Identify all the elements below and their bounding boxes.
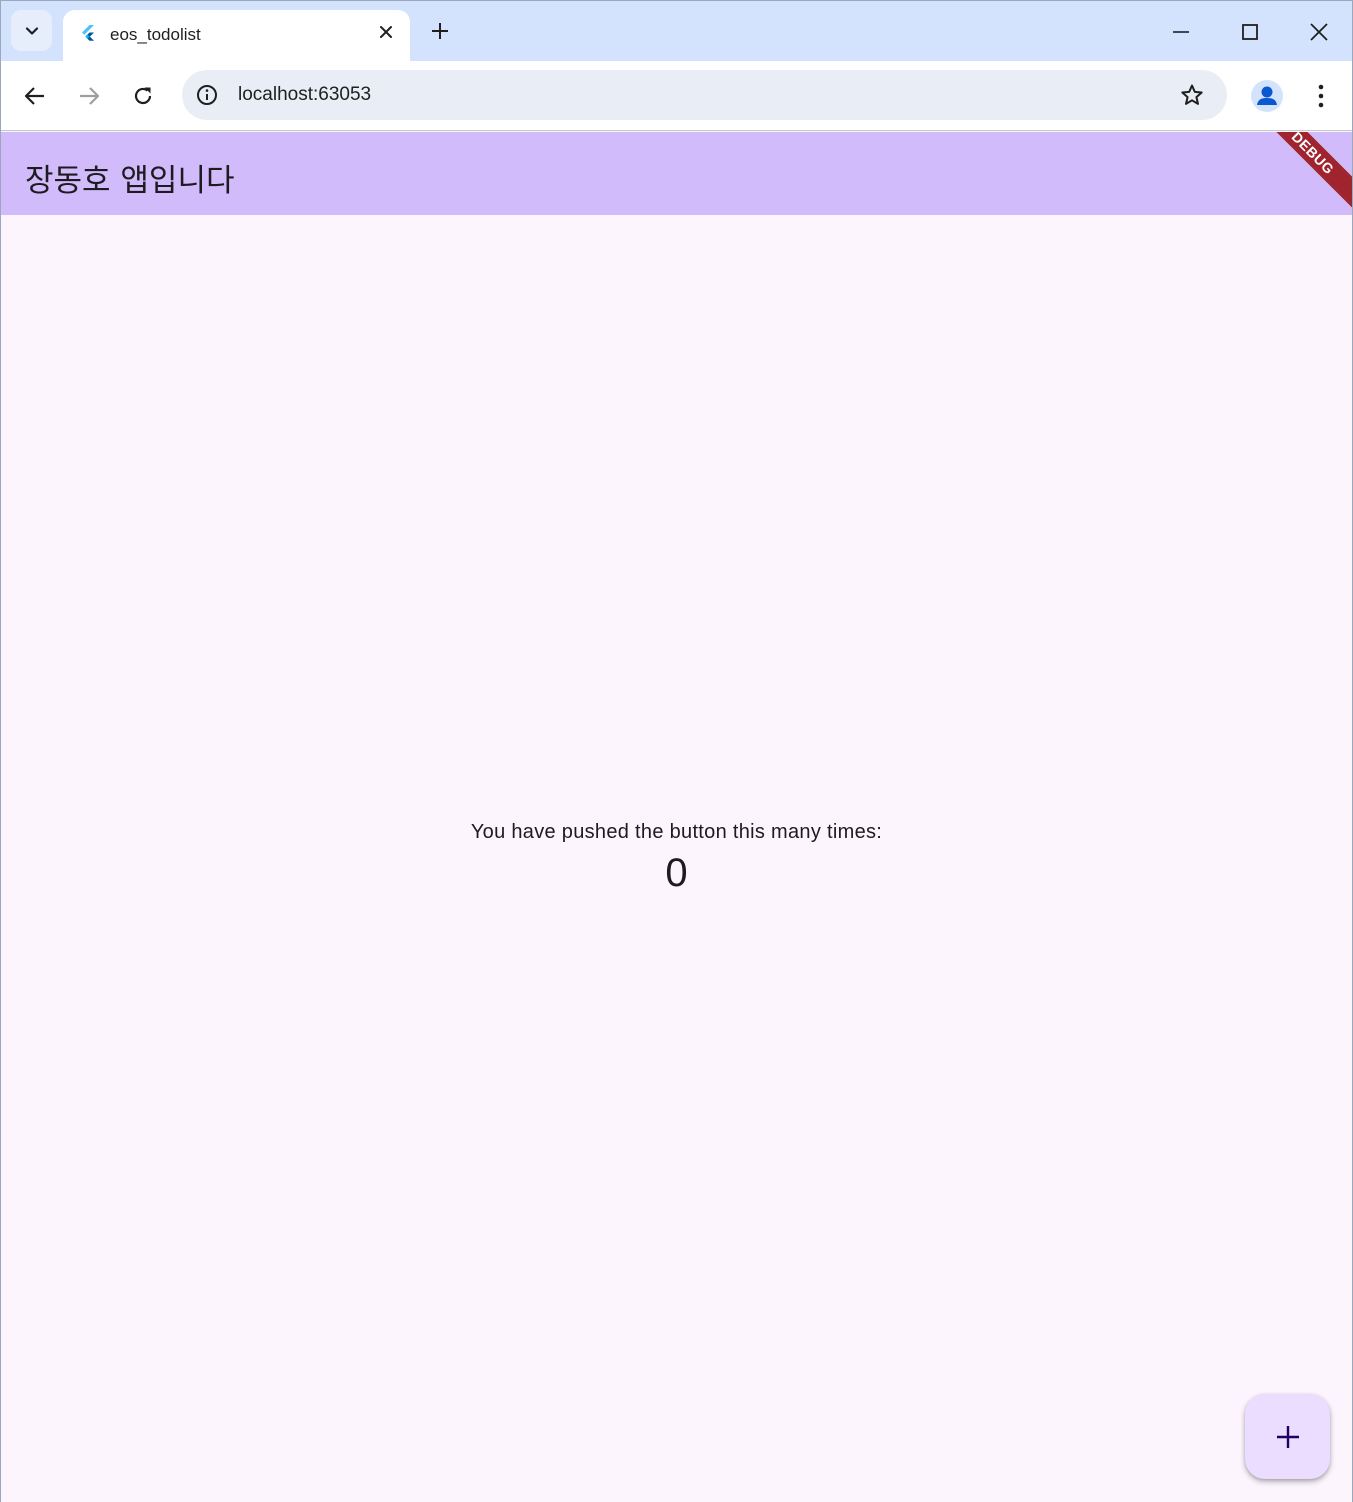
url-text[interactable]: localhost:63053 <box>238 84 371 106</box>
browser-window: eos_todolist localhost:63053 장동호 앱입니다 DE… <box>0 0 1353 1502</box>
counter-value: 0 <box>665 851 688 895</box>
app-bar-title: 장동호 앱입니다 <box>25 163 235 199</box>
counter-label: You have pushed the button this many tim… <box>470 821 883 843</box>
site-info-button[interactable] <box>195 83 219 107</box>
tab-active[interactable]: eos_todolist <box>63 10 410 61</box>
minimize-button[interactable] <box>1163 15 1199 49</box>
debug-banner: DEBUG <box>1252 132 1352 214</box>
new-tab-button[interactable] <box>427 18 453 44</box>
reload-icon <box>134 87 152 105</box>
maximize-icon <box>1242 24 1258 40</box>
person-icon <box>1257 86 1277 105</box>
browser-toolbar: localhost:63053 <box>1 61 1352 131</box>
maximize-button[interactable] <box>1232 15 1268 49</box>
bookmark-button[interactable] <box>1179 82 1205 108</box>
arrow-left-icon <box>24 87 44 105</box>
app-bar: 장동호 앱입니다 DEBUG <box>1 132 1352 215</box>
tab-search-button[interactable] <box>11 10 52 51</box>
more-vert-icon <box>1318 84 1324 108</box>
increment-button[interactable] <box>1245 1394 1330 1479</box>
forward-button[interactable] <box>75 82 103 110</box>
back-button[interactable] <box>21 82 49 110</box>
tab-strip: eos_todolist <box>1 1 1352 61</box>
arrow-right-icon <box>80 87 100 105</box>
close-icon <box>1310 23 1328 41</box>
star-icon <box>1181 84 1203 105</box>
browser-menu-button[interactable] <box>1307 80 1335 112</box>
add-icon <box>1276 1425 1299 1448</box>
plus-icon <box>432 23 448 39</box>
minimize-icon <box>1173 31 1189 33</box>
close-icon <box>380 26 392 38</box>
tab-close-button[interactable] <box>376 22 396 42</box>
info-icon <box>197 85 217 105</box>
chevron-down-icon <box>25 26 38 35</box>
app-body: You have pushed the button this many tim… <box>1 215 1352 1502</box>
profile-button[interactable] <box>1251 80 1283 112</box>
address-bar[interactable]: localhost:63053 <box>182 70 1227 120</box>
flutter-icon <box>82 25 94 41</box>
window-close-button[interactable] <box>1301 15 1337 49</box>
reload-button[interactable] <box>129 82 157 110</box>
tab-title: eos_todolist <box>110 25 201 44</box>
